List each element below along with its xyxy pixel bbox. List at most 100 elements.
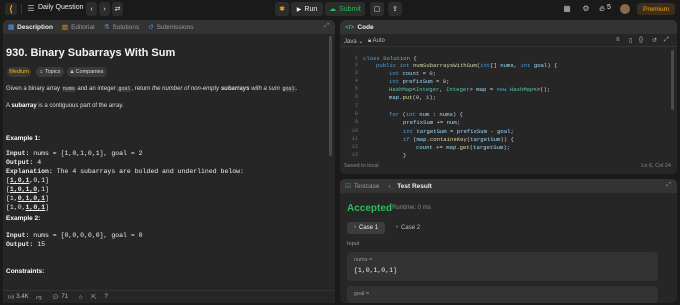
line-number: 4 — [354, 78, 358, 84]
avatar[interactable] — [620, 4, 630, 14]
editor-scrollbar[interactable] — [671, 50, 674, 110]
code-line[interactable]: for (int num : nums) { — [389, 111, 463, 118]
leetcode-logo-icon[interactable]: ⟨ — [5, 3, 17, 15]
code-icon: </> — [345, 23, 355, 31]
premium-button[interactable]: Premium — [637, 3, 675, 15]
code-header-label: Code — [357, 23, 374, 31]
input-label: Input: — [6, 232, 30, 239]
tab-solutions[interactable]: ⚗ Solutions — [104, 24, 140, 31]
expand-icon[interactable]: ⤢ — [324, 23, 329, 30]
code-line[interactable]: int targetSum = prefixSum - goal; — [403, 128, 514, 135]
nums-input-box: nums = [1,0,1,0,1] — [347, 252, 658, 281]
testcase-label: Testcase — [353, 182, 380, 190]
layout-icon[interactable]: ▦ — [562, 3, 572, 15]
code-line[interactable]: int prefixSum = 0; — [389, 78, 449, 85]
problem-description: Given a binary array nums and an integer… — [6, 85, 297, 93]
goal-label: goal = — [354, 291, 370, 297]
case-1-tab[interactable]: • Case 1 — [347, 222, 385, 234]
debug-button[interactable]: ✱ — [275, 2, 289, 16]
code-line[interactable]: class Solution { — [363, 55, 417, 62]
topics-button[interactable]: ⌂ Topics — [36, 67, 64, 77]
subarray-line-2: [1,0,1,0,1] — [6, 186, 49, 193]
line-number: 11 — [351, 136, 358, 142]
reset-icon[interactable]: ↺ — [652, 37, 657, 44]
desc-code-goal: goal — [117, 86, 132, 92]
code-line[interactable]: count += map.get(targetSum); — [416, 144, 510, 151]
companies-label: Companies — [75, 69, 104, 75]
scrollbar[interactable] — [329, 36, 332, 156]
desc-code-goal: goal — [281, 86, 296, 92]
bug-icon: ✱ — [279, 6, 285, 13]
line-number: 3 — [354, 70, 358, 76]
help-icon[interactable]: ? — [104, 294, 107, 300]
explanation-text: The 4 subarrays are bolded and underline… — [52, 168, 244, 175]
auto-mode[interactable]: 🔒︎ Auto — [368, 38, 385, 45]
language-select[interactable]: Java ⌄ — [344, 38, 363, 45]
expand-icon[interactable]: ⤢ — [666, 182, 671, 189]
braces-icon[interactable]: {} — [639, 37, 643, 43]
fullscreen-icon[interactable]: ⤢ — [664, 37, 669, 44]
note-icon: ▢ — [373, 6, 381, 13]
flask-icon: ⚗ — [103, 23, 110, 31]
companies-button[interactable]: 🔒︎ Companies — [67, 67, 107, 77]
code-tab[interactable]: </> Code — [345, 24, 374, 31]
next-problem-button[interactable]: › — [99, 2, 110, 16]
saved-status: Saved to local — [344, 163, 379, 169]
case-1-label: Case 1 — [359, 225, 379, 231]
result-panel: ☑ Testcase ›_ Test Result ⤢ — [340, 179, 677, 303]
desc-subarrays-link[interactable]: subarrays — [221, 86, 250, 92]
problem-list-icon[interactable]: ☰ — [26, 3, 36, 15]
editor-status: Saved to local — [344, 163, 379, 169]
tab-submissions[interactable]: ↺ Submissions — [148, 24, 193, 31]
bookmark-icon[interactable]: ▯ — [629, 37, 632, 44]
constraints-title: Constraints: — [6, 268, 45, 275]
problem-list-label[interactable]: Daily Question — [38, 4, 84, 11]
example-1-output: Output: 4 — [6, 159, 41, 168]
subarray-line-1: [1,0,1,0,1] — [6, 177, 49, 184]
prev-problem-button[interactable]: ‹ — [86, 2, 97, 16]
notes-button[interactable]: ▢ — [370, 2, 384, 16]
code-line[interactable]: public int numSubarraysWithSum(int[] num… — [376, 62, 557, 69]
star-icon[interactable]: ☆ — [78, 294, 83, 301]
left-tab-bar: ▤ Description ▥ Editorial ⚗ Solutions ↺ Subm… — [3, 20, 335, 34]
tab-testcase[interactable]: ☑ Testcase — [345, 183, 379, 190]
line-number: 13 — [351, 152, 358, 158]
line-number: 2 — [354, 62, 358, 68]
subarray-definition: A subarray is a contiguous part of the a… — [6, 102, 124, 110]
language-label: Java — [344, 39, 357, 45]
tab-test-result[interactable]: ›_ Test Result — [388, 183, 431, 190]
share-icon[interactable]: ⇱ — [91, 294, 96, 301]
problem-title[interactable]: 930. Binary Subarrays With Sum — [6, 47, 175, 59]
code-line[interactable]: } — [403, 152, 406, 159]
like-icon[interactable]: 👍︎ — [8, 293, 14, 301]
run-button[interactable]: ▶ Run — [291, 2, 323, 16]
tab-editorial[interactable]: ▥ Editorial — [62, 24, 95, 31]
code-line[interactable]: map.put(0, 1); — [389, 94, 436, 101]
fire-icon[interactable]: 🔥︎ — [597, 3, 607, 15]
desc-text: Given a binary array — [6, 86, 62, 92]
dislike-icon[interactable]: 👎︎ — [36, 293, 42, 301]
shared-button[interactable]: ⇪ — [388, 2, 402, 16]
shuffle-button[interactable]: ⇄ — [112, 2, 123, 16]
code-line[interactable]: HashMap<Integer, Integer> map = new Hash… — [389, 86, 550, 93]
code-line[interactable]: prefixSum += num; — [403, 119, 460, 126]
comment-icon[interactable]: 💬︎ — [52, 294, 60, 301]
check-dot-icon: • — [353, 225, 357, 231]
result-status: Accepted — [347, 203, 393, 214]
case-2-tab[interactable]: • Case 2 — [390, 222, 426, 234]
subarray-line-3: [1,0,1,0,1] — [6, 195, 49, 202]
submit-button[interactable]: ☁ Submit — [325, 2, 365, 16]
tab-editorial-label: Editorial — [71, 23, 95, 31]
gear-icon[interactable]: ⚙ — [581, 3, 591, 15]
code-line[interactable]: if (map.containsKey(targetSum)) { — [403, 136, 514, 143]
tab-description[interactable]: ▤ Description — [8, 24, 53, 31]
desc-text: , return — [131, 86, 153, 92]
subarray-line-4: [1,0,1,0,1] — [6, 204, 49, 211]
line-number: 8 — [354, 111, 358, 117]
code-line[interactable]: int count = 0; — [389, 70, 436, 77]
format-icon[interactable]: ≡ — [616, 37, 620, 43]
def-text: is a contiguous part of the array. — [36, 103, 124, 109]
example-2-input: Input: nums = [0,0,0,0,0], goal = 0 — [6, 232, 143, 241]
check-dot-icon: • — [395, 225, 399, 231]
difficulty-label: Medium — [9, 69, 29, 75]
